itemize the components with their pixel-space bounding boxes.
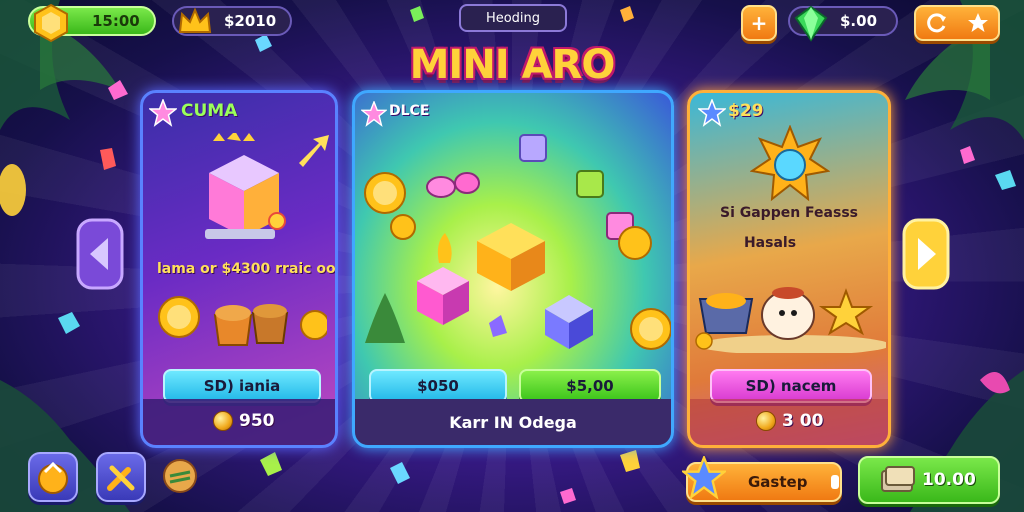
energy-counter[interactable]: 15:00	[28, 3, 156, 43]
offer-card-middle[interactable]: DLCE $050 $5,00 Karr IN Odega	[352, 90, 674, 448]
left-buy-button[interactable]: SD) iania	[163, 369, 321, 403]
right-card-badge: $29	[728, 101, 764, 121]
middle-buy-button-right[interactable]: $5,00	[519, 369, 661, 403]
right-cost-value: 3 00	[782, 411, 824, 431]
green-gem-icon	[794, 5, 828, 42]
crown-icon	[178, 7, 212, 33]
home-button[interactable]	[28, 452, 78, 502]
right-buy-button[interactable]: SD) nacem	[710, 369, 872, 403]
energy-badge-icon	[34, 3, 68, 43]
add-currency-button[interactable]: +	[741, 5, 777, 41]
prev-arrow-button[interactable]	[76, 218, 124, 290]
right-card-desc-line2: Hasals	[743, 235, 797, 251]
gold-value: $2010	[224, 12, 277, 30]
middle-card-badge: DLCE	[389, 103, 430, 119]
middle-card-loot	[364, 134, 671, 350]
mystery-box-icon	[205, 133, 286, 239]
menu-buttons-group[interactable]	[914, 5, 1000, 41]
heading-button[interactable]: Heoding	[459, 4, 567, 32]
gastep-label: Gastep	[748, 473, 808, 491]
star-badge-icon	[149, 99, 177, 127]
next-arrow-button[interactable]	[902, 218, 950, 290]
right-card-desc-line1: Si Gappen Feasss	[719, 205, 858, 221]
cash-value: 10.00	[922, 470, 976, 490]
offer-card-left[interactable]: CUMA lama or $4300 rraic oos SD) iania 9…	[140, 90, 338, 448]
middle-buy-button-left[interactable]: $050	[369, 369, 507, 403]
sun-badge-icon	[750, 125, 830, 202]
wrench-icon	[107, 465, 135, 491]
plus-icon: +	[750, 11, 768, 35]
gems-counter[interactable]: $.00	[788, 5, 898, 42]
cash-bundle-icon	[881, 466, 915, 492]
coin-icon	[756, 411, 776, 431]
star-badge-icon	[698, 99, 726, 127]
energy-value: 15:00	[92, 12, 140, 30]
star-icon	[682, 456, 726, 500]
toggle-indicator	[831, 475, 840, 489]
middle-card-footer-text: Karr IN Odega	[449, 413, 577, 432]
star-icon[interactable]	[966, 11, 990, 35]
right-card-cost: 3 00	[756, 411, 823, 431]
left-cost-value: 950	[239, 411, 275, 431]
left-card-price: lama or $4300 rraic oos	[157, 261, 338, 277]
cash-button[interactable]: 10.00	[858, 456, 1000, 504]
gold-counter[interactable]: $2010	[172, 6, 292, 36]
left-card-badge: CUMA	[181, 101, 238, 121]
left-card-rewards	[158, 296, 327, 346]
map-scroll-icon[interactable]	[160, 456, 200, 496]
yellow-arrow-icon	[299, 135, 329, 167]
gems-value: $.00	[840, 12, 878, 30]
chest-icon	[38, 461, 68, 494]
tools-button[interactable]	[96, 452, 146, 502]
gastep-button[interactable]: Gastep	[682, 456, 842, 502]
coin-icon	[213, 411, 233, 431]
left-card-cost: 950	[213, 411, 275, 431]
refresh-icon[interactable]	[925, 11, 949, 35]
offer-card-right[interactable]: $29 Si Gappen Feasss Hasals SD) nacem 3 …	[687, 90, 891, 448]
right-card-rewards	[695, 287, 886, 353]
